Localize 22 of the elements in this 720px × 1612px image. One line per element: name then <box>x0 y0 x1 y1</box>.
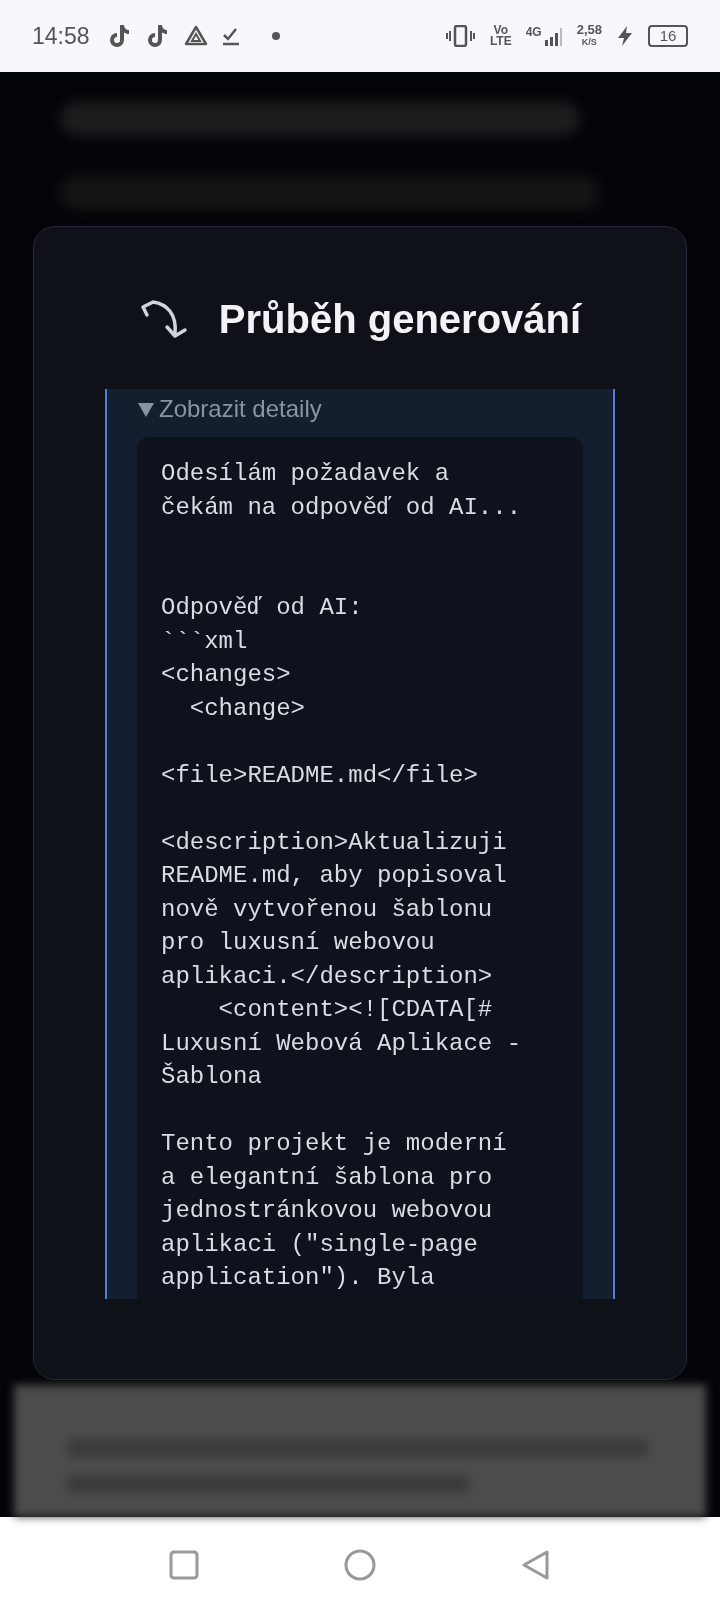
speed-value: 2,58 <box>576 24 602 36</box>
vibrate-icon <box>445 25 476 47</box>
lightning-icon <box>616 25 634 47</box>
network-label: 4G <box>525 26 542 38</box>
speed-unit: K/S <box>581 36 597 48</box>
music-note-icon <box>145 23 170 49</box>
music-note-icon <box>107 23 132 49</box>
volte-label: Vo <box>493 25 508 36</box>
signal-icon <box>542 26 563 46</box>
triangle-icon <box>183 25 208 47</box>
details-toggle[interactable]: Zobrazit detaily <box>137 389 322 437</box>
volte-label: LTE <box>489 36 512 47</box>
log-output: Odesílám požadavek a čekám na odpověď od AI... Odpověď od AI: ```xml <changes> <change> <file>README.md</file> <description>Aktualizuji README.md, aby popisoval nově vytvořenou šablonu pro luxusní webovou aplikaci.</description> <content><![CDATA[# Luxusní Webová Aplikace - Šablona Tento projekt je moderní a elegantní šablona pro jednostránkovou webovou aplikaci ("single-page application"). Byla <box>137 437 583 1299</box>
battery-icon: 16 <box>648 25 688 47</box>
dialog-title: Průběh generování <box>218 296 582 343</box>
clock-time: 14:58 <box>32 21 90 51</box>
back-icon[interactable] <box>521 1548 551 1581</box>
recents-icon[interactable] <box>169 1549 199 1580</box>
disclosure-triangle-icon <box>137 400 155 418</box>
home-icon[interactable] <box>344 1548 376 1581</box>
checkmark-icon <box>221 26 242 46</box>
dot-icon <box>271 32 280 40</box>
